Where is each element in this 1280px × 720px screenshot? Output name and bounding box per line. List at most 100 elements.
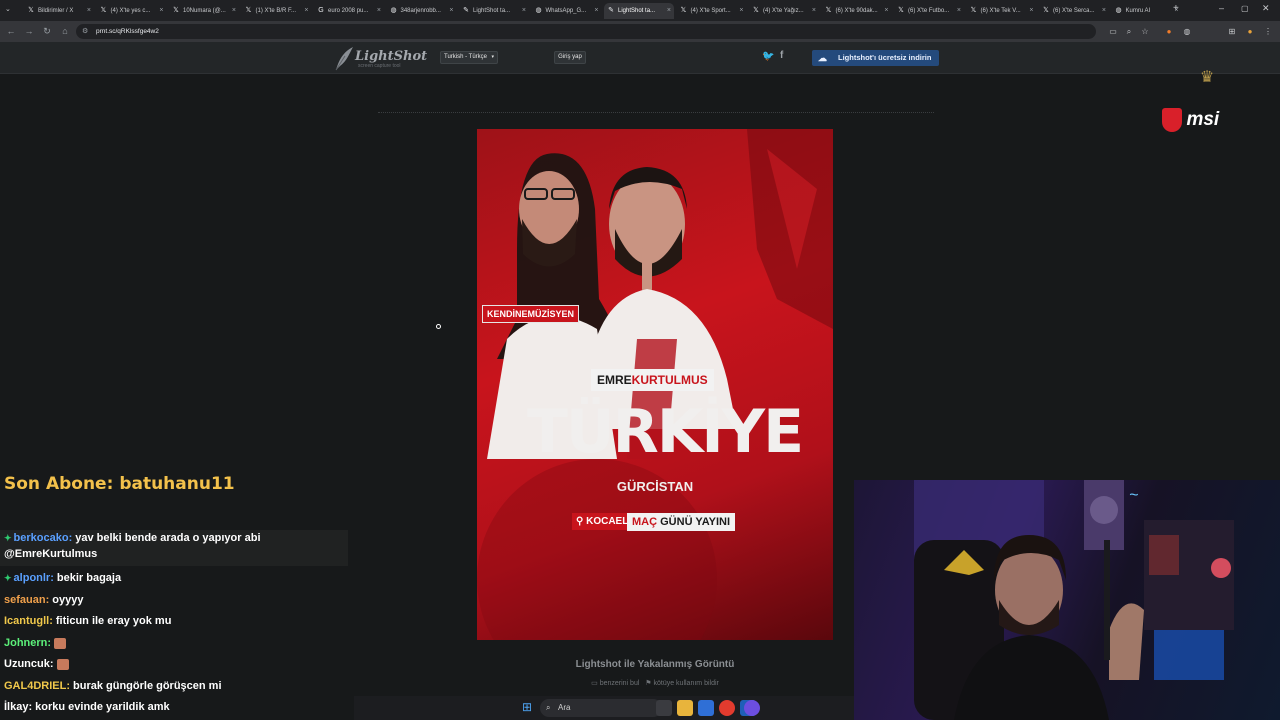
tab-close-icon[interactable]: ×	[159, 3, 163, 19]
browser-tab[interactable]: ✎ LightShot ta... ×	[604, 3, 674, 19]
caption-links: ▭ benzerini bul ⚑ kötüye kullanım bildir	[540, 679, 770, 687]
chat-message: Icantugll: fiticun ile eray yok mu	[4, 615, 171, 627]
poster-kurtulmus-text: KURTULMUS	[631, 373, 708, 387]
taskbar-search[interactable]: ⌕ Ara	[540, 699, 662, 717]
profile-avatar-icon[interactable]: ●	[1244, 25, 1256, 38]
browser-tab[interactable]: ◍ WhatsApp_G... ×	[532, 3, 602, 19]
chat-nick: GAL4DRIEL:	[4, 680, 70, 692]
tab-close-icon[interactable]: ×	[957, 3, 961, 19]
chat-nick: Uzuncuk:	[4, 658, 54, 670]
chat-text: korku evinde yarildik amk	[35, 701, 170, 713]
browser-tab[interactable]: ✎ LightShot ta... ×	[459, 3, 529, 19]
back-icon[interactable]: ←	[4, 25, 18, 38]
report-link[interactable]: ⚑ kötüye kullanım bildir	[645, 680, 719, 687]
browser-tab[interactable]: 𝕏 (6) X'te Tek V... ×	[967, 3, 1037, 19]
download-label: Lightshot'ı ücretsiz indirin	[838, 53, 932, 62]
poster-mac-tag: MAÇ GÜNÜ YAYINI	[627, 513, 736, 531]
tab-close-icon[interactable]: ×	[812, 3, 816, 19]
browser-tab[interactable]: 𝕏 Bildirimler / X ×	[24, 3, 94, 19]
tab-close-icon[interactable]: ×	[1102, 3, 1106, 19]
logo-text: LightShot	[355, 49, 428, 64]
tab-close-icon[interactable]: ×	[739, 3, 743, 19]
browser-tab[interactable]: ◍ Kumru AI ×	[1112, 3, 1182, 19]
download-button[interactable]: ☁ Lightshot'ı ücretsiz indirin	[812, 50, 939, 66]
tab-list-menu-icon[interactable]: ⌄	[5, 5, 15, 15]
tab-close-icon[interactable]: ×	[594, 3, 598, 19]
maximize-icon[interactable]: ▢	[1241, 4, 1249, 13]
screenshot-image[interactable]: KENDİNEMÜZİSYEN EMREKURTULMUS TÜRKİYE GÜ…	[477, 129, 833, 640]
browser-tab[interactable]: 𝕏 (4) X'te yes c... ×	[97, 3, 167, 19]
windows-taskbar: ⊞ ⌕ Ara	[354, 696, 854, 720]
chat-nick: İlkay:	[4, 701, 33, 713]
extensions-puzzle-icon[interactable]: ⊞	[1226, 25, 1238, 38]
tab-close-icon[interactable]: ×	[87, 3, 91, 19]
chat-text: oyyyy	[52, 594, 84, 606]
menu-kebab-icon[interactable]: ⋮	[1262, 25, 1274, 38]
x-icon: 𝕏	[970, 7, 977, 14]
browser-tab[interactable]: ◍ 348arjenrobb... ×	[387, 3, 457, 19]
browser-tab[interactable]: 𝕏 (6) X'te Futbo... ×	[894, 3, 964, 19]
search-icon: ⌕	[546, 703, 551, 712]
x-icon: 𝕏	[173, 7, 179, 14]
file-explorer-icon[interactable]	[677, 700, 693, 716]
zoom-icon[interactable]: ⌕	[1123, 25, 1135, 38]
dropdown-arrow-icon: ▾	[491, 54, 494, 60]
chat-text: yav belki bende arada o yapıyor abi	[75, 532, 261, 544]
tab-close-icon[interactable]: ×	[667, 3, 671, 19]
cast-icon[interactable]: ▭	[1107, 25, 1119, 38]
browser-tab[interactable]: 𝕏 10Numara (@... ×	[169, 3, 239, 19]
twitter-icon[interactable]: 🐦	[762, 51, 774, 62]
poster-tag-kendine: KENDİNEMÜZİSYEN	[482, 305, 580, 323]
extension-icon[interactable]: ◍	[1181, 25, 1193, 38]
address-bar[interactable]: ⚙ prnt.sc/qRKlssfge4w2	[76, 24, 1096, 39]
home-icon[interactable]: ⌂	[58, 25, 72, 38]
x-icon: 𝕏	[680, 7, 687, 14]
msi-shield-icon	[1162, 108, 1182, 132]
task-view-icon[interactable]	[656, 700, 672, 716]
login-button[interactable]: Giriş yap	[554, 51, 586, 64]
tab-close-icon[interactable]: ×	[1029, 3, 1033, 19]
poster-emre-text: EMRE	[597, 373, 632, 387]
chrome-icon[interactable]	[719, 700, 735, 716]
browser-tab[interactable]: Geuro 2008 pu... ×	[314, 3, 384, 19]
find-similar-label: benzerini bul	[599, 680, 640, 687]
x-icon: 𝕏	[28, 7, 34, 14]
tab-close-icon[interactable]: ×	[884, 3, 888, 19]
chat-badge-icon: ✦	[4, 533, 12, 543]
minimize-icon[interactable]: –	[1219, 3, 1224, 13]
forward-icon[interactable]: →	[22, 25, 36, 38]
close-window-icon[interactable]: ✕	[1262, 3, 1270, 14]
browser-tab[interactable]: 𝕏 (4) X'te Yağız... ×	[749, 3, 819, 19]
windows-start-icon[interactable]: ⊞	[522, 701, 535, 714]
browser-tab-strip: ⌄ 𝕏 Bildirimler / X × 𝕏 (4) X'te yes c... × 𝕏 1…	[0, 0, 1280, 21]
poster-title: TÜRKİYE	[527, 397, 804, 467]
language-select[interactable]: Turkish - Türkçe ▾	[440, 51, 498, 64]
cursor-icon	[436, 324, 441, 329]
tab-close-icon[interactable]: ×	[232, 3, 236, 19]
globe-icon: ◍	[535, 7, 542, 14]
new-tab-icon[interactable]: +	[1173, 3, 1179, 14]
find-similar-link[interactable]: ▭ benzerini bul	[591, 680, 639, 687]
tab-close-icon[interactable]: ×	[449, 3, 453, 19]
chat-nick: alponlr:	[13, 572, 54, 584]
reload-icon[interactable]: ↻	[40, 25, 54, 38]
msi-sponsor-logo: msi	[1162, 108, 1219, 132]
last-subscriber-name: batuhanu11	[119, 474, 235, 494]
chat-text: @EmreKurtulmus	[4, 548, 98, 560]
tab-close-icon[interactable]: ×	[377, 3, 381, 19]
tab-close-icon[interactable]: ×	[304, 3, 308, 19]
browser-tab[interactable]: 𝕏 (6) X'te Serca... ×	[1039, 3, 1109, 19]
store-icon[interactable]	[698, 700, 714, 716]
tab-close-icon[interactable]: ×	[522, 3, 526, 19]
browser-tab[interactable]: 𝕏 (4) X'te Sport... ×	[677, 3, 747, 19]
lightshot-logo[interactable]: LightShot screen capture tool	[333, 46, 427, 72]
chat-text: fiticun ile eray yok mu	[55, 615, 172, 627]
browser-tab[interactable]: 𝕏 (6) X'te 90dak... ×	[822, 3, 892, 19]
facebook-icon[interactable]: f	[780, 50, 783, 61]
discord-icon[interactable]	[744, 700, 760, 716]
extension-icon[interactable]: ●	[1163, 25, 1175, 38]
bookmark-star-icon[interactable]: ☆	[1139, 25, 1151, 38]
browser-tab[interactable]: 𝕏 (1) X'te B/R F... ×	[242, 3, 312, 19]
site-info-icon[interactable]: ⚙	[82, 24, 88, 39]
tab-label: (6) X'te Tek V...	[980, 8, 1021, 14]
